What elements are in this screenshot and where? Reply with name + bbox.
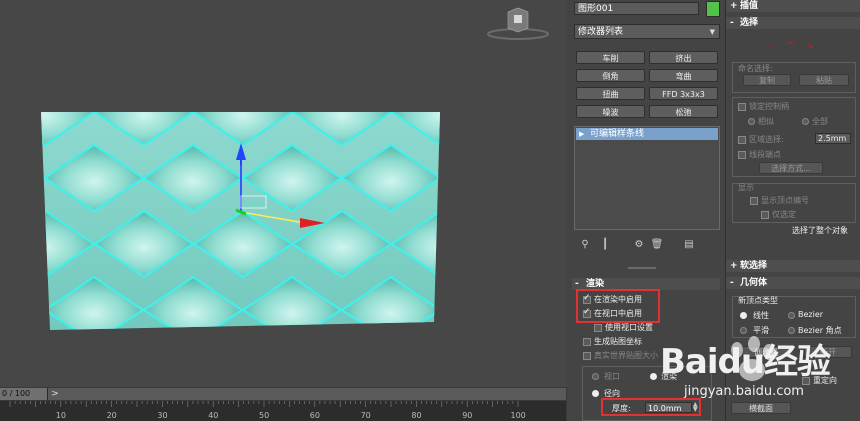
diamond-cell [439,275,440,330]
viewport-radio[interactable] [592,373,599,380]
remove-modifier-icon[interactable]: 🗑 [650,238,664,252]
time-slider[interactable]: 0 / 100 > [0,388,566,400]
modifier-button-bevel[interactable]: 倒角 [576,69,645,82]
ruler-tick-label: 40 [208,411,219,420]
generate-mapping-checkbox[interactable] [583,338,591,346]
use-viewport-settings-checkbox[interactable] [594,324,602,332]
modifier-button-twist[interactable]: 扭曲 [576,87,645,100]
geometry-title: 几何体 [740,278,768,288]
modifier-button-bend[interactable]: 弯曲 [649,69,718,82]
modifier-button-relax[interactable]: 松弛 [649,105,718,118]
perspective-viewport[interactable] [0,0,567,387]
modifier-list-dropdown[interactable]: 修改器列表 ▼ [574,24,720,39]
selection-rollout-header[interactable]: - 选择 [726,17,860,29]
timeline-area: 0 / 100 > 10 20 30 40 50 60 70 80 90 100 [0,387,567,421]
geometry-rollout-header[interactable]: - 几何体 [726,277,860,289]
similar-radio[interactable] [748,118,755,125]
configure-sets-icon[interactable]: ▤ [682,238,696,252]
panel-divider [628,267,656,269]
lock-handles-label: 锁定控制柄 [749,102,789,111]
stack-item-editable-spline[interactable]: ▶ 可编辑样条线 [576,128,718,140]
modifier-list-label: 修改器列表 [578,27,624,37]
make-unique-icon[interactable]: ⚙ [632,238,646,252]
ruler-tick-label: 100 [510,411,526,420]
ruler-tick-label: 90 [462,411,473,420]
rendering-title: 渲染 [586,279,605,289]
track-bar[interactable]: 10 20 30 40 50 60 70 80 90 100 [0,401,566,421]
object-color-swatch[interactable] [706,1,720,17]
lock-handles-checkbox[interactable] [738,103,746,111]
bezier-label: Bezier [798,310,824,319]
pin-icon[interactable]: ⚲ [578,238,592,252]
collapse-minus-icon: - [730,278,734,288]
interpolation-title: 插值 [740,1,759,11]
viewcube-icon[interactable] [506,6,530,34]
ruler-tick-label: 30 [157,411,168,420]
ruler-tick-label: 20 [106,411,117,420]
viewport-scene [41,28,549,330]
segment-end-label: 线段端点 [749,150,781,159]
modifier-button-noise[interactable]: 噪波 [576,105,645,118]
show-vertex-numbers-label: 显示顶点编号 [761,196,809,205]
modifier-stack[interactable]: ▶ 可编辑样条线 [574,126,720,230]
object-name-field[interactable]: 图形001 [574,2,699,15]
expand-plus-icon: + [730,261,738,271]
expand-plus-icon: + [730,1,738,11]
only-selected-checkbox[interactable] [761,211,769,219]
bezier-radio[interactable] [788,312,795,319]
show-end-result-icon[interactable]: ┃ [598,238,612,252]
select-by-button[interactable]: 选择方式... [759,162,823,174]
spline-level-icon[interactable]: ∿ [807,42,814,51]
ruler-tick-label: 70 [360,411,371,420]
highlight-enable-options [576,289,660,323]
stack-item-label: 可编辑样条线 [590,129,645,139]
expand-triangle-icon[interactable]: ▶ [579,128,584,140]
ruler-tick-label: 80 [411,411,422,420]
show-vertex-numbers-checkbox[interactable] [750,197,758,205]
radial-radio[interactable] [592,390,599,397]
similar-label: 相似 [758,117,774,126]
modifier-button-lathe[interactable]: 车削 [576,51,645,64]
selection-status-text: 选择了整个对象 [792,226,848,235]
diamond-cell [439,143,440,213]
all-radio[interactable] [802,118,809,125]
only-selected-label: 仅选定 [772,210,796,219]
next-frame-button[interactable]: > [48,388,62,400]
interpolation-rollout-header[interactable]: + 插值 [726,0,860,12]
area-selection-checkbox[interactable] [738,136,746,144]
time-slider-thumb[interactable]: 0 / 100 [0,388,48,400]
all-label: 全部 [812,117,828,126]
area-selection-input[interactable]: 2.5mm [815,133,851,144]
sub-object-level-icons[interactable]: ⋰ ⌒ ∿ [766,41,836,51]
copy-button[interactable]: 复制 [743,74,791,86]
vertex-level-icon[interactable]: ⋰ [766,42,774,51]
dropdown-arrow-icon: ▼ [709,28,715,36]
ruler-tick-label: 50 [259,411,270,420]
stack-toolbar: ⚲ ┃ ⚙ 🗑 ▤ [574,238,720,254]
watermark-url: jingyan.baidu.com [684,384,804,399]
segment-level-icon[interactable]: ⌒ [787,42,795,51]
soft-selection-title: 软选择 [740,261,768,271]
ruler-tick-label: 10 [55,411,66,420]
segment-end-checkbox[interactable] [738,151,746,159]
collapse-minus-icon: - [730,18,734,28]
area-selection-label: 区域选择: [749,135,784,144]
soft-selection-rollout-header[interactable]: + 软选择 [726,260,860,272]
modifier-button-extrude[interactable]: 挤出 [649,51,718,64]
watermark-brand: Baidu经验 [660,342,831,382]
ruler-tick-label: 60 [309,411,320,420]
linear-radio[interactable] [740,312,747,319]
new-vertex-type-label: 新顶点类型 [738,296,778,305]
selection-title: 选择 [740,18,759,28]
modifier-button-ffd[interactable]: FFD 3x3x3 [649,87,718,100]
named-selection-label: 命名选择: [738,64,773,73]
paste-button[interactable]: 粘贴 [799,74,849,86]
linear-label: 线性 [753,311,769,320]
display-label: 显示 [738,183,754,192]
real-world-map-checkbox[interactable] [583,352,591,360]
